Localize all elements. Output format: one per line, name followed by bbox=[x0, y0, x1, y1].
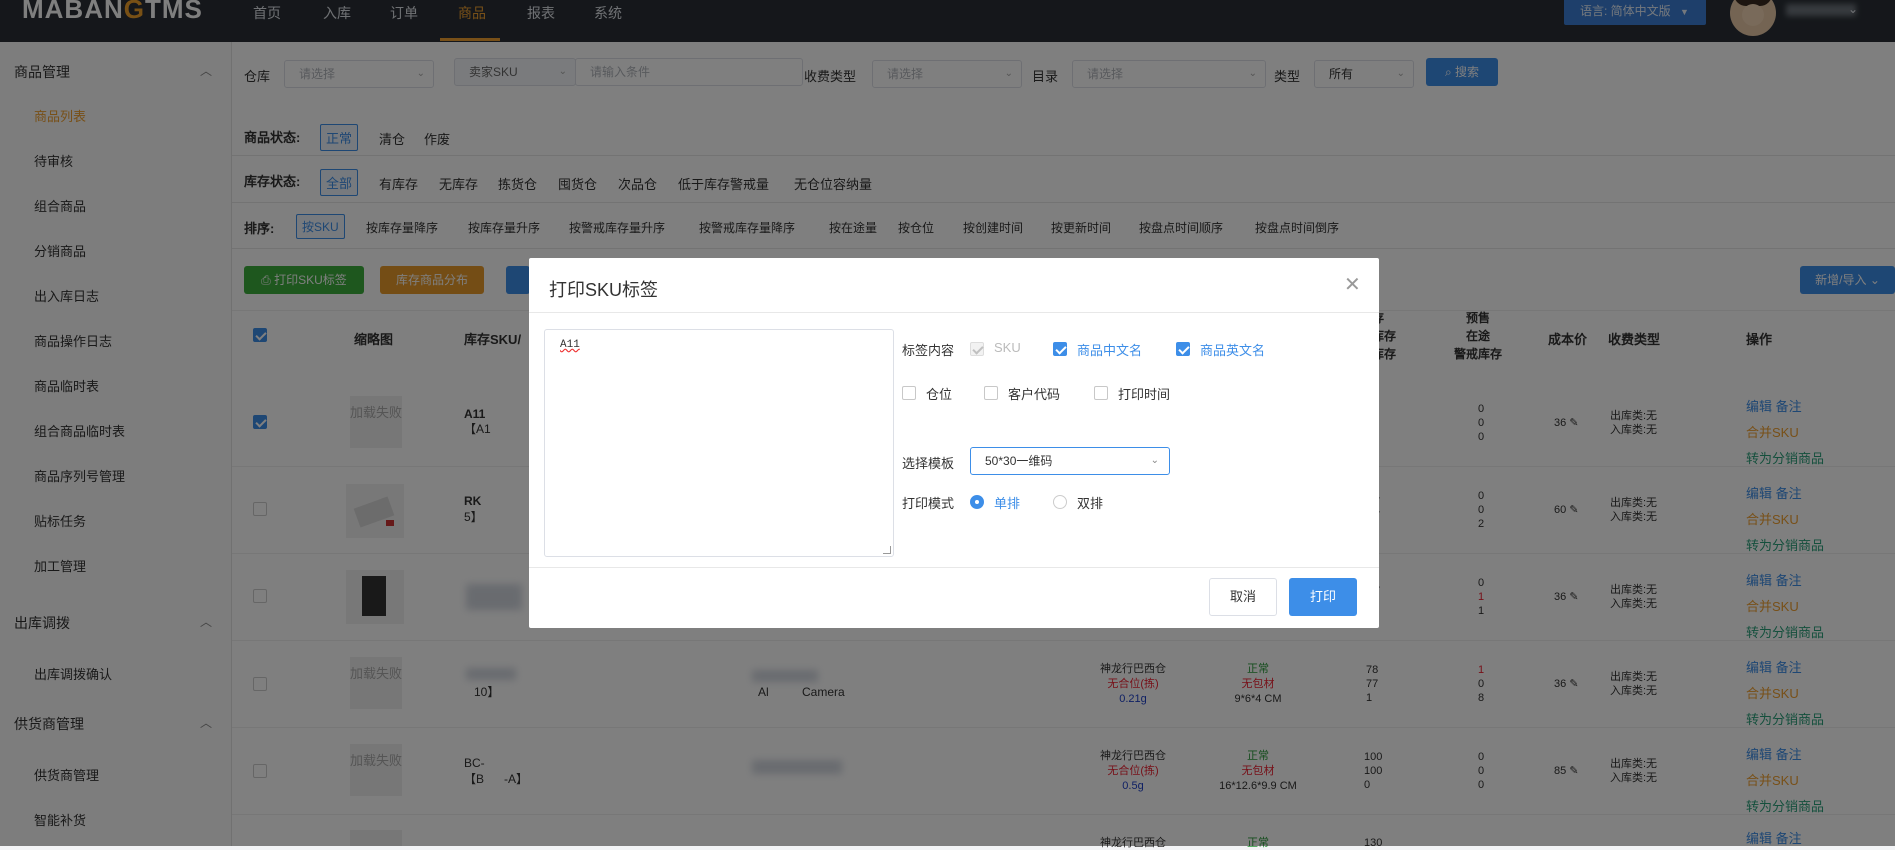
checkbox-print-time[interactable] bbox=[1094, 386, 1108, 400]
close-icon[interactable]: ✕ bbox=[1344, 272, 1361, 297]
checkbox-sku bbox=[970, 342, 984, 356]
radio-single-label[interactable]: 单排 bbox=[994, 493, 1020, 512]
checkbox-en-name[interactable] bbox=[1176, 342, 1190, 356]
radio-double[interactable] bbox=[1053, 495, 1067, 509]
radio-single[interactable] bbox=[970, 495, 984, 509]
label-content-label: 标签内容 bbox=[902, 343, 955, 358]
print-button[interactable]: 打印 bbox=[1289, 578, 1357, 616]
chevron-down-icon: ⌄ bbox=[1150, 455, 1159, 466]
option-sku-label: SKU bbox=[994, 340, 1021, 355]
dialog-footer-divider bbox=[529, 567, 1379, 568]
cancel-button[interactable]: 取消 bbox=[1209, 578, 1277, 616]
dialog-header-divider bbox=[529, 312, 1379, 313]
option-print-time-label[interactable]: 打印时间 bbox=[1118, 384, 1170, 403]
print-sku-label-dialog: 打印SKU标签 ✕ A11 标签内容 SKU 商品中文名 商品英文名 仓位 客户… bbox=[529, 258, 1379, 628]
print-mode-label: 打印模式 bbox=[902, 496, 955, 511]
checkbox-position[interactable] bbox=[902, 386, 916, 400]
checkbox-cn-name[interactable] bbox=[1053, 342, 1067, 356]
checkbox-customer-code[interactable] bbox=[984, 386, 998, 400]
sku-textarea[interactable]: A11 bbox=[544, 329, 894, 557]
option-position-label[interactable]: 仓位 bbox=[926, 384, 952, 403]
option-cn-name-label[interactable]: 商品中文名 bbox=[1077, 340, 1142, 359]
resize-handle-icon[interactable] bbox=[883, 546, 891, 554]
template-select[interactable]: 50*30一维码 ⌄ bbox=[970, 447, 1170, 475]
radio-double-label[interactable]: 双排 bbox=[1077, 493, 1103, 512]
option-en-name-label[interactable]: 商品英文名 bbox=[1200, 340, 1265, 359]
dialog-title: 打印SKU标签 bbox=[549, 280, 659, 300]
textarea-value: A11 bbox=[560, 339, 580, 351]
template-label: 选择模板 bbox=[902, 456, 955, 471]
option-customer-code-label[interactable]: 客户代码 bbox=[1008, 384, 1060, 403]
